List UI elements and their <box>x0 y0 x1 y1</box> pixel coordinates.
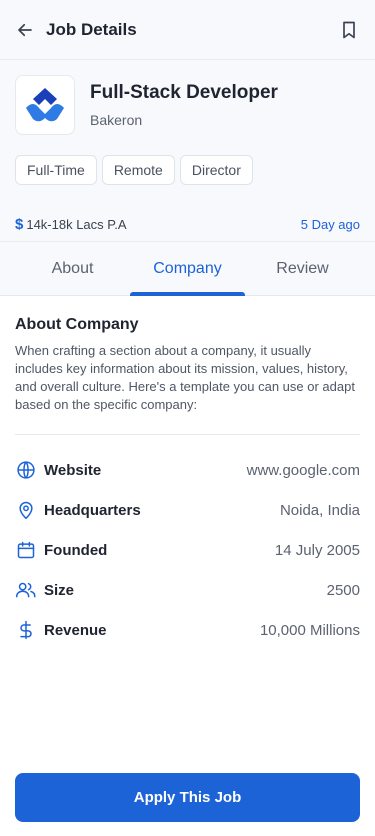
detail-revenue: Revenue 10,000 Millions <box>15 610 360 650</box>
apply-bar: Apply This Job <box>15 773 360 822</box>
detail-value: 14 July 2005 <box>274 541 360 559</box>
detail-headquarters: Headquarters Noida, India <box>15 490 360 530</box>
tag-level: Director <box>179 155 253 185</box>
detail-value: 10,000 Millions <box>259 621 360 639</box>
job-summary-section: Job Details Full-Stack Developer Bakeron… <box>0 0 375 241</box>
company-logo <box>15 75 75 135</box>
company-name: Bakeron <box>90 112 143 128</box>
dollar-icon <box>15 619 37 641</box>
company-details: Website www.google.com Headquarters Noid… <box>15 435 360 650</box>
detail-label: Revenue <box>44 621 107 639</box>
company-content: About Company When crafting a section ab… <box>0 296 375 650</box>
about-company-description: When crafting a section about a company,… <box>15 342 360 435</box>
tag-work-mode: Remote <box>101 155 175 185</box>
globe-icon <box>15 459 37 481</box>
app-header: Job Details <box>0 0 375 60</box>
detail-value: 2500 <box>326 581 360 599</box>
users-icon <box>15 579 37 601</box>
detail-website: Website www.google.com <box>15 450 360 490</box>
location-pin-icon <box>15 499 37 521</box>
tab-about[interactable]: About <box>15 242 130 295</box>
apply-job-button[interactable]: Apply This Job <box>15 773 360 822</box>
tab-bar: About Company Review <box>0 241 375 296</box>
detail-size: Size 2500 <box>15 570 360 610</box>
bookmark-icon[interactable] <box>337 18 361 42</box>
job-title: Full-Stack Developer <box>90 82 278 103</box>
detail-founded: Founded 14 July 2005 <box>15 530 360 570</box>
job-title-block: Full-Stack Developer Bakeron <box>90 82 278 128</box>
detail-label: Headquarters <box>44 501 141 519</box>
job-header: Full-Stack Developer Bakeron <box>0 60 375 135</box>
job-tags: Full-Time Remote Director <box>0 135 375 185</box>
salary-range: 14k-18k Lacs P.A <box>26 216 127 232</box>
tab-review[interactable]: Review <box>245 242 360 295</box>
posted-time: 5 Day ago <box>300 216 360 232</box>
about-company-title: About Company <box>15 316 139 333</box>
page-title: Job Details <box>46 19 137 39</box>
detail-label: Website <box>44 461 102 479</box>
arrow-left-icon[interactable] <box>14 19 36 41</box>
job-meta: $ 14k-18k Lacs P.A 5 Day ago <box>0 185 375 241</box>
salary: $ 14k-18k Lacs P.A <box>15 216 127 233</box>
calendar-icon <box>15 539 37 561</box>
tag-employment-type: Full-Time <box>15 155 97 185</box>
dollar-icon: $ <box>15 215 24 233</box>
tab-company[interactable]: Company <box>130 242 245 296</box>
detail-value[interactable]: www.google.com <box>247 462 360 479</box>
detail-value: Noida, India <box>279 501 360 519</box>
detail-label: Founded <box>44 541 108 559</box>
detail-label: Size <box>44 581 75 599</box>
